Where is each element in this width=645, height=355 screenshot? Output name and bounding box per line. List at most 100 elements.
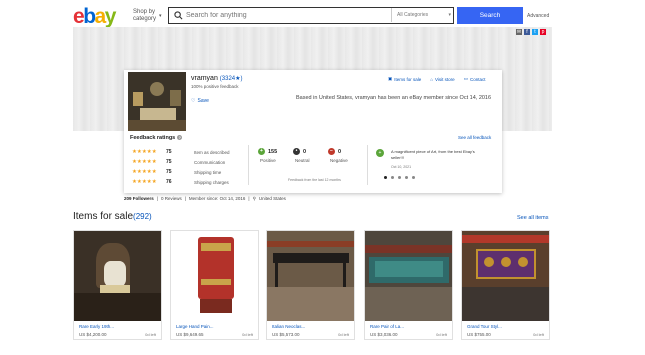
see-all-feedback-link[interactable]: See all feedback [458,135,491,140]
rating-label: Communication [194,159,226,165]
heart-icon: ♡ [191,98,196,104]
rating-row: ★★★★★ 75 Item as described [132,147,230,157]
search-input[interactable] [186,10,386,21]
save-label: Save [197,98,209,104]
store-icon: ⌂ [430,76,433,82]
rating-value: 75 [166,149,172,155]
seller-card: vramyan (3324★) 100% positive feedback ♡… [124,70,502,193]
star-rating: ★★★★★ [132,159,157,165]
items-for-sale-link[interactable]: ▣ Items for sale [388,76,421,82]
advanced-search-link[interactable]: Advanced [527,13,549,19]
logo-letter: e [73,5,85,28]
logo-letter: b [83,5,96,28]
shop-by-category[interactable]: Shop by category ▾ [133,9,162,23]
divider [367,145,368,185]
site-header: ebay Shop by category ▾ All Categories ▾… [0,0,645,30]
search-bar: All Categories ▾ [168,7,454,24]
positive-feedback-percent: 100% positive feedback [191,84,239,89]
facebook-icon[interactable]: f [524,29,530,35]
positive-count[interactable]: +155 Positive [258,148,293,163]
item-price: US $4,200.00 [79,332,107,337]
item-title[interactable]: Italian Neoclas... [272,324,305,329]
positive-value: 155 [268,148,278,155]
item-title[interactable]: Rare Pair of La... [370,324,404,329]
item-image[interactable] [365,231,452,321]
twitter-icon[interactable]: t [532,29,538,35]
comment-date: Oct 10, 2021 [391,165,412,169]
member-since: Member since: Oct 14, 2016 [188,196,246,201]
rating-label: Shipping charges [194,179,229,185]
minus-icon: − [328,148,335,155]
tag-icon: ▣ [388,76,393,81]
visit-store-link[interactable]: ⌂ Visit store [430,76,454,82]
items-for-sale-label: Items for sale [394,76,422,82]
seller-avatar [128,72,186,131]
search-icon [174,11,183,20]
item-image[interactable] [74,231,161,321]
item-title[interactable]: Large Hand Pain... [176,324,214,329]
see-all-items-link[interactable]: See all items [517,215,549,221]
help-icon[interactable]: ? [177,135,183,140]
seller-actions: ▣ Items for sale ⌂ Visit store ▭ Contact [388,76,485,82]
neutral-value: 0 [303,148,307,155]
item-card[interactable]: Rare Early 19th... US $4,200.00 0d left [73,230,162,340]
rating-row: ★★★★★ 76 Shipping charges [132,177,230,187]
item-image[interactable] [462,231,549,321]
item-title[interactable]: Grand Tour Styl... [467,324,502,329]
item-image[interactable] [171,231,258,321]
feedback-ratings-title: Feedback ratings? [130,135,183,141]
item-time-left: 0d left [533,332,544,337]
item-card[interactable]: Italian Neoclas... US $5,573.00 0d left [266,230,355,340]
item-time-left: 0d left [242,332,253,337]
item-price: US $755.00 [467,332,491,337]
items-for-sale-heading: Items for sale(292) [73,211,152,222]
positive-label: Positive [260,158,276,163]
feedback-period: Feedback from the last 12 months [288,178,341,182]
star-rating: ★★★★★ [132,169,157,175]
comment-carousel-dots[interactable] [384,176,415,179]
chat-icon: ▭ [463,76,468,81]
ebay-logo[interactable]: ebay [73,5,117,29]
location-pin-icon: ⚲ [252,196,256,201]
rating-value: 76 [166,179,172,185]
item-title[interactable]: Rare Early 19th... [79,324,114,329]
logo-letter: y [104,5,117,28]
item-card[interactable]: Large Hand Pain... US $9,649.65 0d left [170,230,259,340]
contact-link[interactable]: ▭ Contact [464,76,486,82]
rating-row: ★★★★★ 75 Shipping time [132,167,230,177]
rating-row: ★★★★★ 75 Communication [132,157,230,167]
email-icon[interactable]: ✉ [516,29,522,35]
category-select-value: All Categories [397,12,429,18]
rating-label: Item as described [194,149,230,155]
negative-count[interactable]: −0 Negative [328,148,363,163]
seller-location: United States [258,196,286,201]
share-icons: ✉ f t p [516,29,546,35]
feedback-score[interactable]: (3324★) [220,76,243,82]
item-card[interactable]: Rare Pair of La... US $3,036.00 0d left [364,230,453,340]
member-description: Based in United States, vramyan has been… [296,95,492,101]
negative-value: 0 [338,148,342,155]
item-image[interactable] [267,231,354,321]
category-label: category [133,16,157,22]
item-time-left: 0d left [338,332,349,337]
username-text: vramyan [191,75,218,82]
rating-label: Shipping time [194,169,222,175]
seller-stats: 209 Followers | 0 Reviews | Member since: … [124,196,286,202]
shop-by-label: Shop by [133,9,156,15]
chevron-down-icon: ▾ [159,13,162,19]
detailed-ratings: ★★★★★ 75 Item as described ★★★★★ 75 Communic… [132,147,230,187]
pinterest-icon[interactable]: p [540,29,546,35]
seller-username[interactable]: vramyan (3324★) [191,75,243,82]
search-button[interactable]: Search [457,7,523,24]
neutral-label: Neutral [295,158,310,163]
save-seller-button[interactable]: ♡ Save [191,98,209,104]
logo-letter: a [94,5,107,28]
item-card[interactable]: Grand Tour Styl... US $755.00 0d left [461,230,550,340]
followers-count[interactable]: 209 Followers [124,196,154,202]
neutral-icon: • [293,148,300,155]
reviews-count[interactable]: 0 Reviews [161,196,182,202]
neutral-count[interactable]: • 0 Neutral [293,148,328,163]
category-select[interactable]: All Categories ▾ [391,8,454,22]
rating-value: 75 [166,159,172,165]
contact-label: Contact [469,76,486,82]
